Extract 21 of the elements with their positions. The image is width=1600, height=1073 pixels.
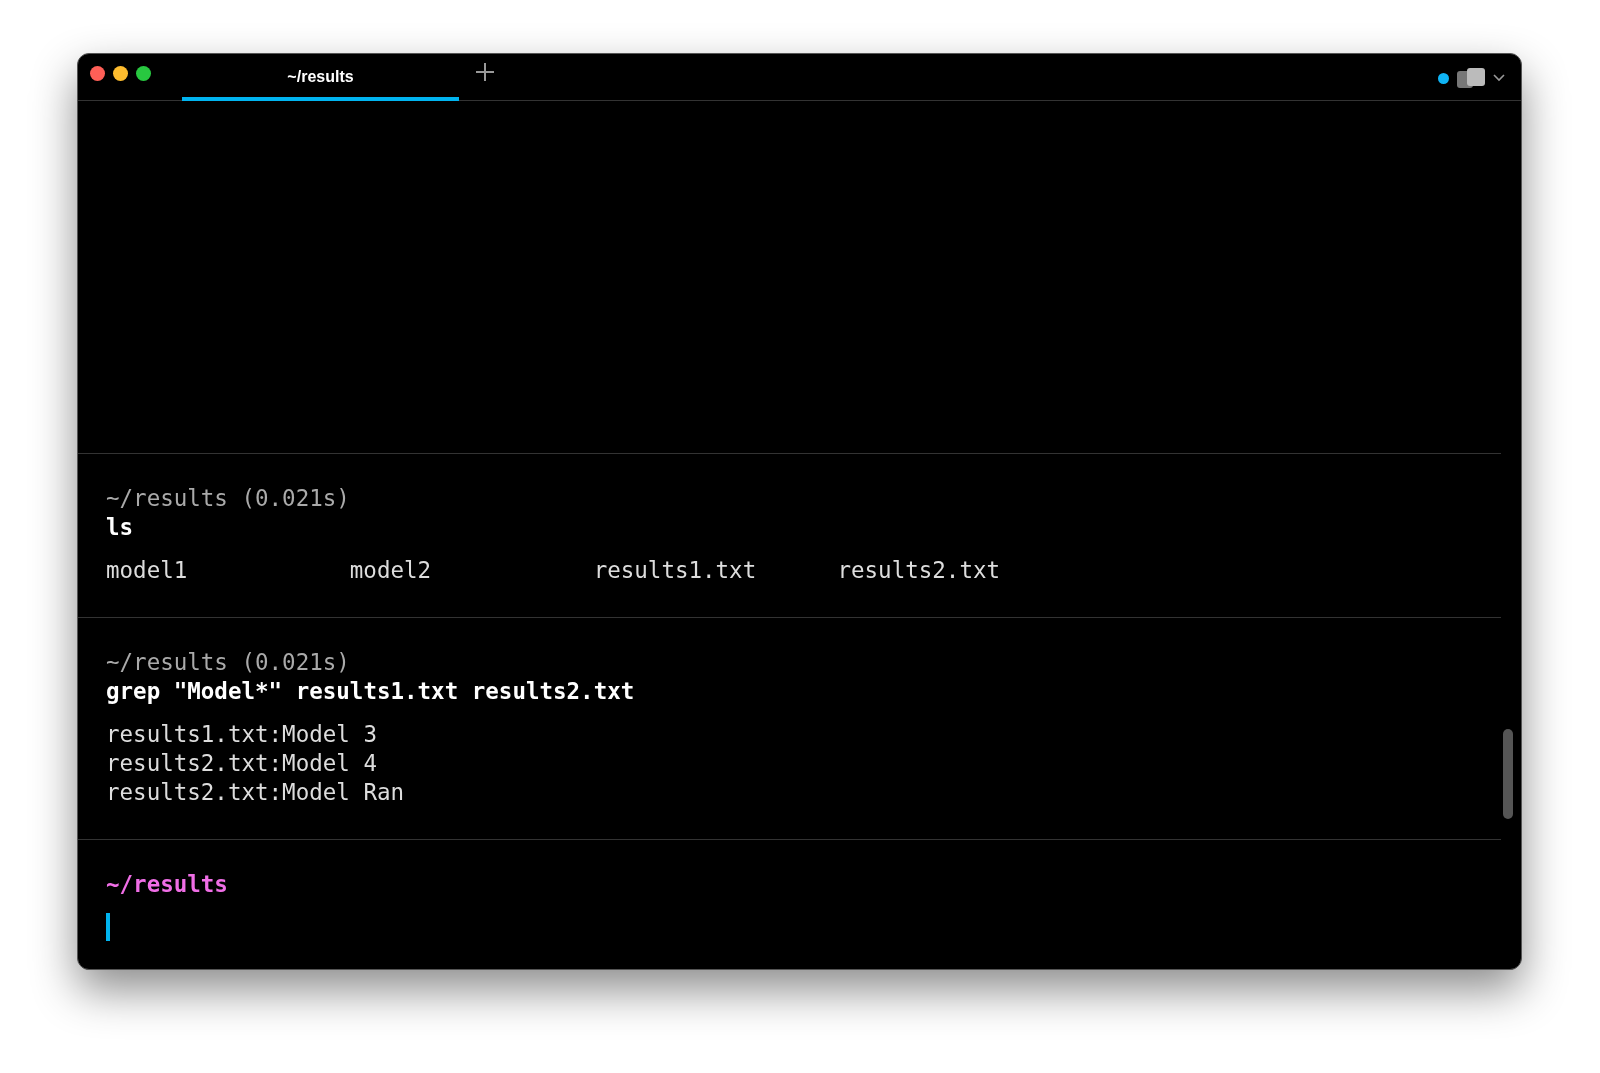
- output-text: model1: [106, 556, 188, 585]
- scrollbar[interactable]: [1503, 729, 1513, 819]
- output-text: results1.txt:Model 3: [106, 720, 377, 749]
- status-dot-icon: [1438, 72, 1449, 84]
- output-text: results2.txt: [837, 556, 1001, 585]
- panes-icon[interactable]: [1457, 68, 1485, 88]
- new-tab-button[interactable]: [475, 62, 495, 82]
- command-text: grep "Model*" results1.txt results2.txt: [106, 677, 636, 706]
- output-text: results2.txt:Model 4: [106, 749, 377, 778]
- close-button[interactable]: [90, 66, 105, 81]
- tab[interactable]: ~/results: [182, 54, 459, 101]
- command-text: ls: [106, 513, 135, 542]
- output-text: results1.txt: [593, 556, 757, 585]
- prompt-path: ~/results: [106, 870, 229, 899]
- zoom-button[interactable]: [136, 66, 151, 81]
- minimize-button[interactable]: [113, 66, 128, 81]
- chevron-down-icon[interactable]: [1493, 74, 1505, 82]
- block-header: ~/results (0.021s): [106, 484, 351, 513]
- block-header: ~/results (0.021s): [106, 648, 351, 677]
- output-text: model2: [349, 556, 432, 585]
- output-text: results2.txt:Model Ran: [106, 778, 404, 807]
